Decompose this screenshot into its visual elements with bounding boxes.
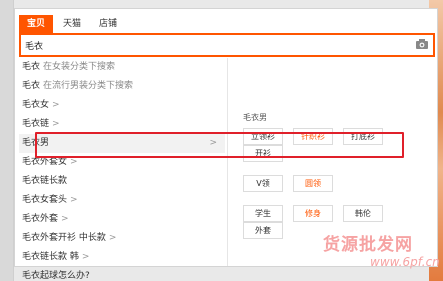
attribute-option-hot[interactable]: 针织衫 bbox=[293, 128, 333, 145]
watermark-text: 货源批发网 bbox=[323, 235, 413, 255]
attribute-panel-title: 毛衣男 bbox=[243, 113, 267, 122]
suggestion-category: 在女装分类下搜索 bbox=[43, 62, 116, 72]
chevron-right-icon: > bbox=[70, 195, 78, 205]
suggestion-text: 毛衣链长款 韩 bbox=[22, 252, 79, 262]
attribute-option[interactable]: 韩伦 bbox=[343, 205, 383, 222]
suggestion-text: 毛衣 bbox=[22, 62, 41, 72]
watermark-url: www.6pf.cn bbox=[370, 255, 440, 269]
attribute-option[interactable]: 外套 bbox=[243, 222, 283, 239]
suggestion-text: 毛衣 bbox=[22, 81, 41, 91]
suggestion-text: 毛衣链长款 bbox=[22, 176, 68, 186]
suggestion-item[interactable]: 毛衣起球怎么办? bbox=[19, 267, 225, 281]
search-box bbox=[19, 33, 435, 57]
attribute-option[interactable]: V领 bbox=[243, 175, 283, 192]
suggestion-text: 毛衣起球怎么办? bbox=[22, 271, 90, 281]
attribute-option-hot[interactable]: 修身 bbox=[293, 205, 333, 222]
attribute-option[interactable]: 开衫 bbox=[243, 145, 283, 162]
suggestion-item[interactable]: 毛衣女套头 > bbox=[19, 191, 225, 210]
chevron-right-icon: > bbox=[81, 252, 90, 262]
suggestion-item[interactable]: 毛衣 在女装分类下搜索 bbox=[19, 58, 225, 77]
suggestion-text: 毛衣链 bbox=[22, 119, 50, 129]
suggestion-item[interactable]: 毛衣外套 > bbox=[19, 210, 225, 229]
tab-baobei[interactable]: 宝贝 bbox=[19, 15, 54, 33]
camera-icon[interactable] bbox=[415, 38, 429, 50]
background-page-left bbox=[0, 0, 14, 281]
chevron-right-icon: > bbox=[52, 100, 60, 110]
suggestion-text: 毛衣外套 bbox=[22, 214, 59, 224]
suggestion-item-active[interactable]: 毛衣男 > bbox=[19, 134, 225, 153]
suggestion-item[interactable]: 毛衣女 > bbox=[19, 96, 225, 115]
suggestion-text: 毛衣外套女 bbox=[22, 157, 68, 167]
search-tabs: 宝贝 天猫 店铺 bbox=[19, 15, 127, 33]
suggestion-item[interactable]: 毛衣外套女 > bbox=[19, 153, 225, 172]
suggestion-text: 毛衣女 bbox=[22, 100, 50, 110]
chevron-right-icon: > bbox=[61, 214, 69, 224]
search-suggestion-popup: 宝贝 天猫 店铺 毛衣在女装分类下搜索 毛衣在流行男装分类下搜索 毛衣女> 毛衣… bbox=[14, 8, 440, 281]
attribute-option[interactable]: 学生 bbox=[243, 205, 283, 222]
suggestion-item[interactable]: 毛衣链长款 韩 > bbox=[19, 248, 225, 267]
chevron-right-icon: > bbox=[209, 138, 217, 148]
suggestion-item[interactable]: 毛衣链长款 bbox=[19, 172, 225, 191]
attribute-option[interactable]: 立领衫 bbox=[243, 128, 283, 145]
suggestion-item[interactable]: 毛衣链 > bbox=[19, 115, 225, 134]
search-input[interactable] bbox=[25, 38, 405, 52]
suggestion-list: 毛衣 在女装分类下搜索 毛衣 在流行男装分类下搜索 毛衣女 > 毛衣链 > 毛衣男 > 毛… bbox=[19, 58, 225, 281]
suggestion-text: 毛衣男 bbox=[22, 138, 50, 148]
chevron-right-icon: > bbox=[108, 233, 117, 243]
suggestion-category: 在流行男装分类下搜索 bbox=[43, 81, 134, 91]
suggestion-text: 毛衣女套头 bbox=[22, 195, 68, 205]
attribute-option-hot[interactable]: 圆领 bbox=[293, 175, 333, 192]
suggestion-item[interactable]: 毛衣 在流行男装分类下搜索 bbox=[19, 77, 225, 96]
attribute-option[interactable]: 打底衫 bbox=[343, 128, 383, 145]
chevron-right-icon: > bbox=[52, 119, 60, 129]
panel-divider bbox=[227, 58, 228, 266]
tab-tmall[interactable]: 天猫 bbox=[55, 15, 89, 33]
suggestion-item[interactable]: 毛衣外套开衫 中长款 > bbox=[19, 229, 225, 248]
chevron-right-icon: > bbox=[70, 157, 78, 167]
suggestion-text: 毛衣外套开衫 中长款 bbox=[22, 233, 106, 243]
tab-shop[interactable]: 店铺 bbox=[91, 15, 125, 33]
